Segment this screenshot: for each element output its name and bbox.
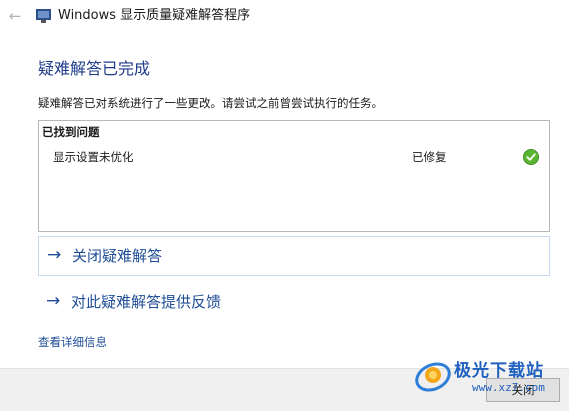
window-title: Windows 显示质量疑难解答程序	[58, 8, 251, 23]
problem-name: 显示设置未优化	[53, 150, 134, 164]
troubleshooter-app-icon	[36, 8, 51, 23]
close-troubleshooter-link[interactable]: → 关闭疑难解答	[38, 236, 550, 276]
feedback-link[interactable]: → 对此疑难解答提供反馈	[38, 283, 548, 321]
watermark-text: 极光下载站	[454, 361, 544, 381]
arrow-right-icon: →	[46, 291, 61, 311]
arrow-right-icon: →	[47, 245, 62, 265]
back-arrow-icon[interactable]: ←	[6, 6, 24, 26]
watermark: 极光下载站 www.xz7.com	[412, 352, 569, 408]
problem-row: 显示设置未优化 已修复	[39, 149, 549, 167]
close-troubleshooter-label: 关闭疑难解答	[72, 247, 163, 265]
watermark-logo-icon	[415, 362, 451, 392]
check-icon	[523, 149, 539, 165]
view-details-link[interactable]: 查看详细信息	[38, 334, 107, 350]
problem-status: 已修复	[412, 150, 447, 164]
results-panel: 已找到问题 显示设置未优化 已修复	[38, 120, 550, 232]
page-heading: 疑难解答已完成	[38, 59, 151, 78]
results-header: 已找到问题	[42, 125, 100, 139]
watermark-url: www.xz7.com	[472, 381, 545, 394]
title-bar: ← Windows 显示质量疑难解答程序	[0, 0, 569, 32]
page-description: 疑难解答已对系统进行了一些更改。请尝试之前曾尝试执行的任务。	[38, 96, 383, 110]
feedback-label: 对此疑难解答提供反馈	[71, 293, 222, 311]
